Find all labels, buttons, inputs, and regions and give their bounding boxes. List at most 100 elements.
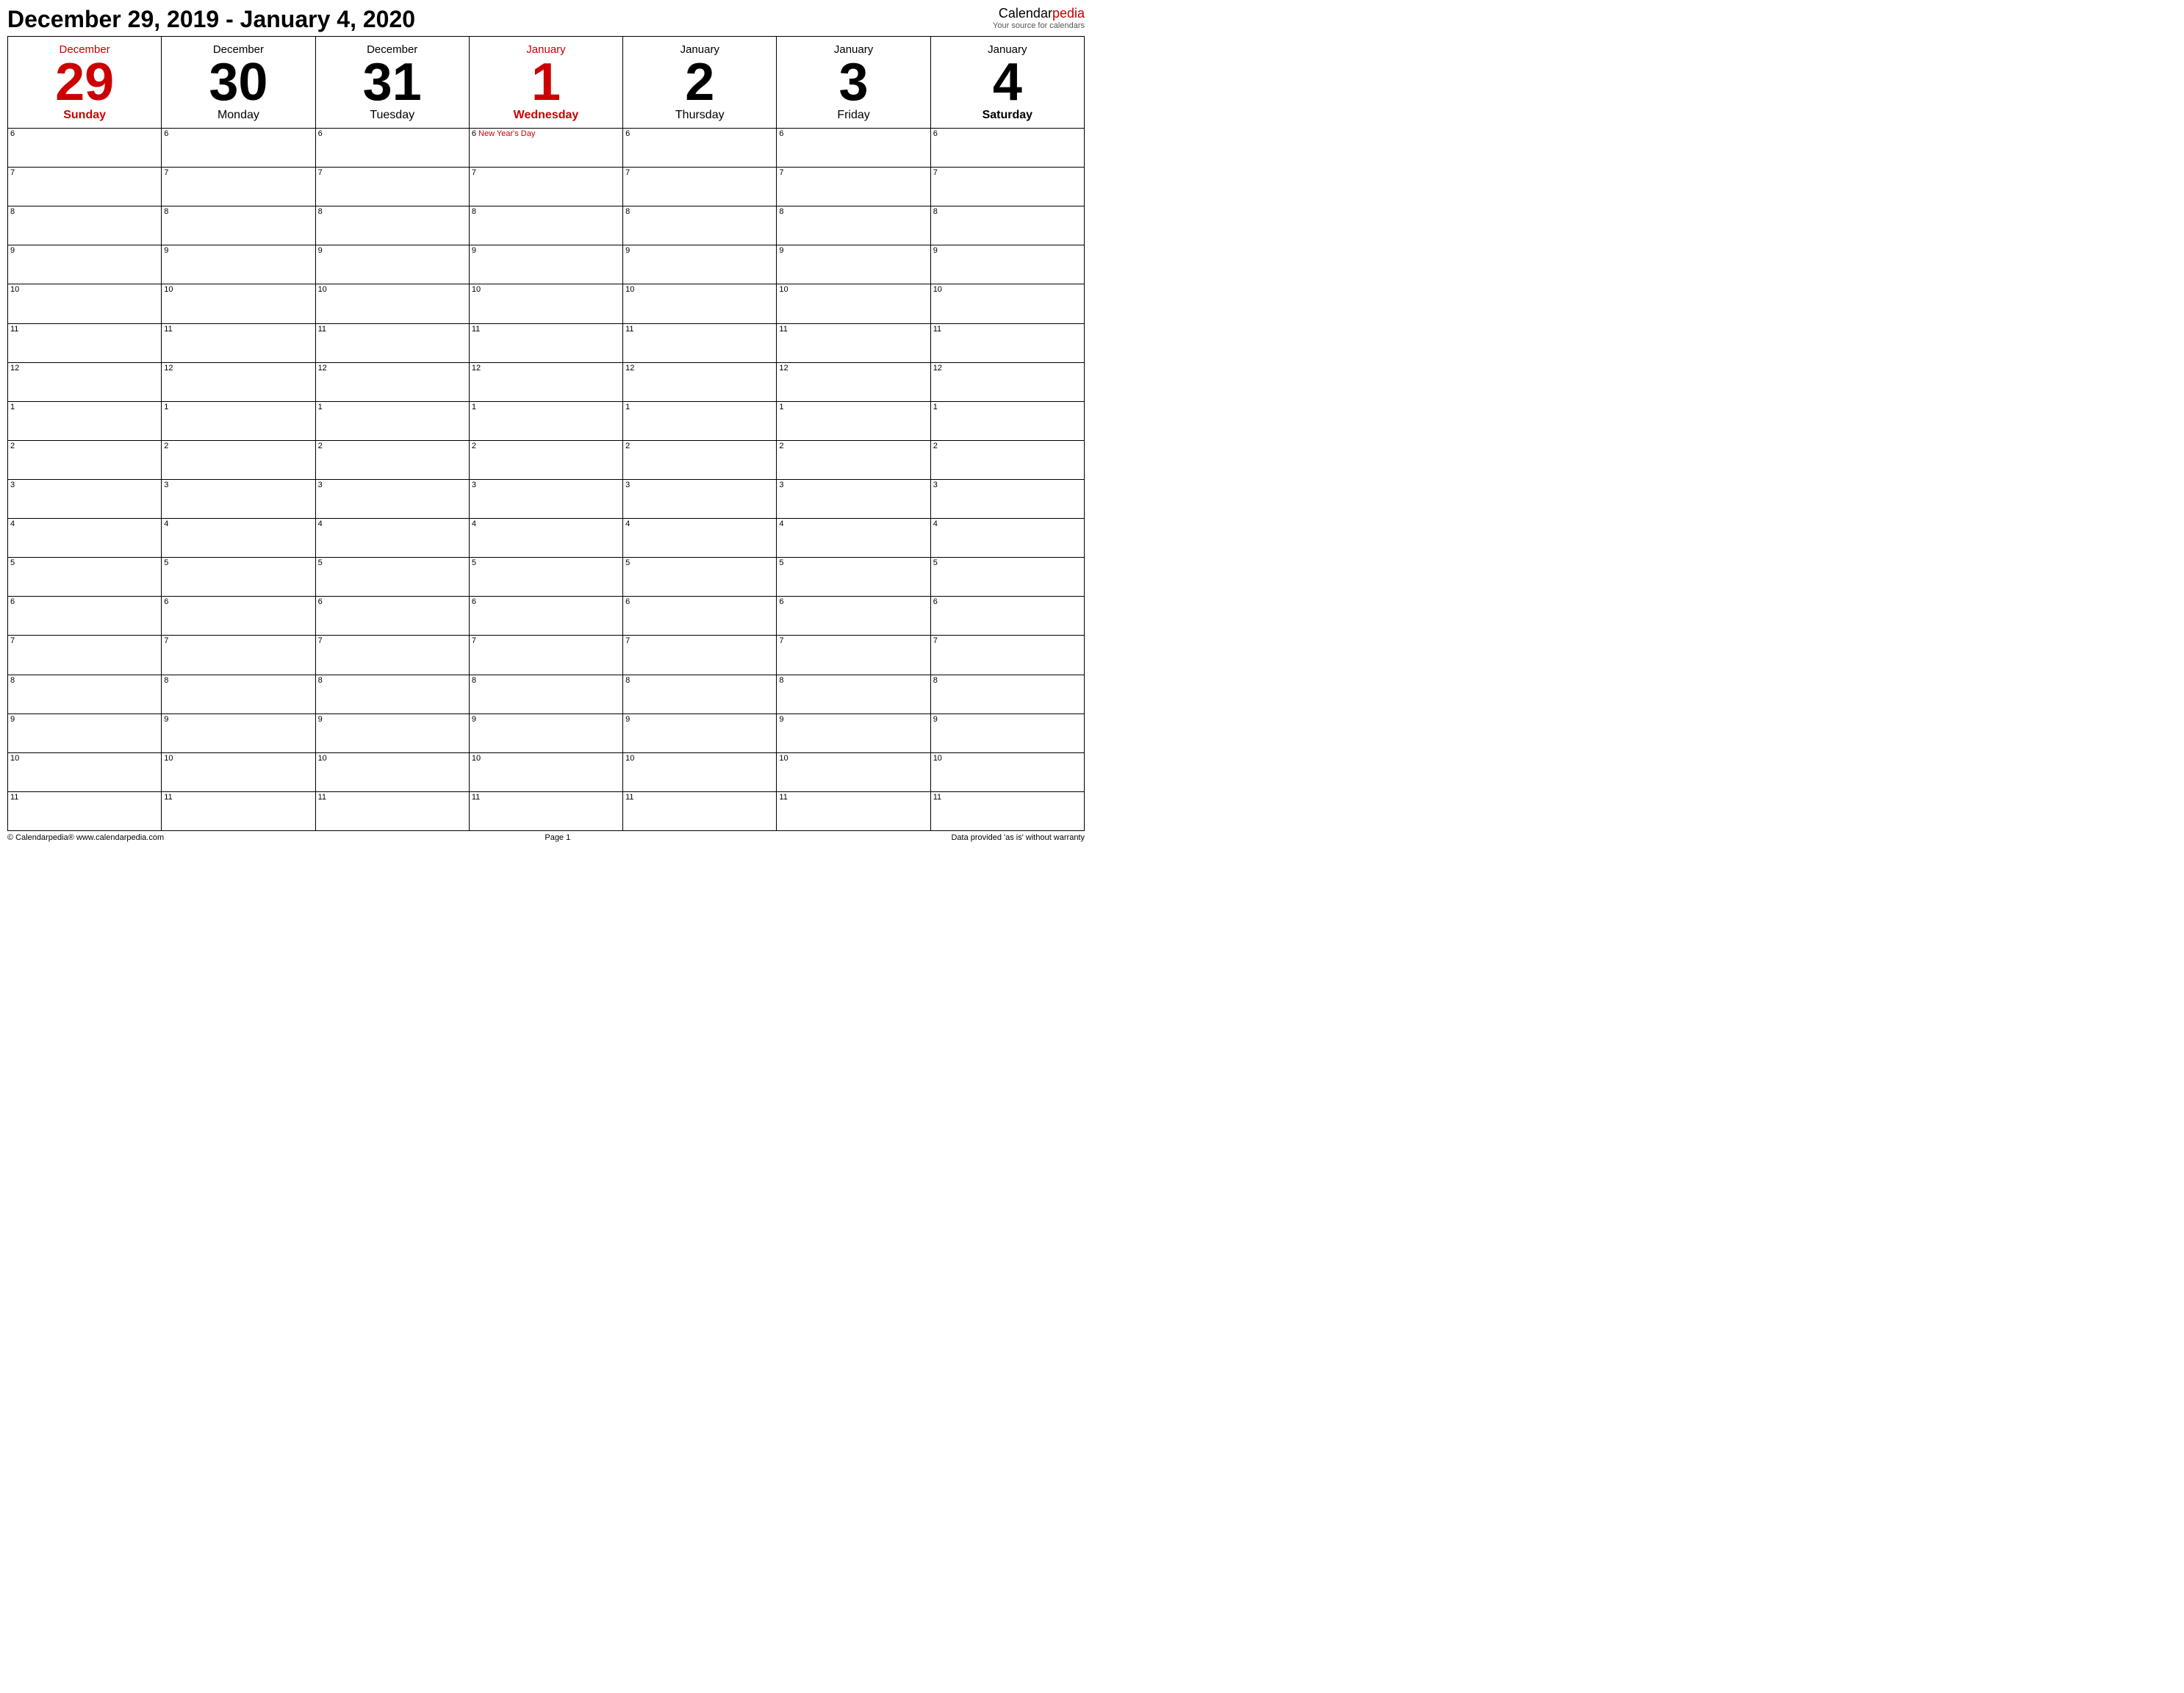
logo-subtitle: Your source for calendars bbox=[993, 21, 1085, 30]
time-cell-13-1: 7 bbox=[162, 636, 315, 675]
time-label: 7 bbox=[10, 636, 15, 645]
day-number-5: 3 bbox=[839, 56, 869, 109]
day-header-tuesday: December31Tuesday bbox=[315, 37, 469, 129]
time-cell-8-2: 2 bbox=[315, 440, 469, 479]
time-cell-0-1: 6 bbox=[162, 129, 315, 168]
time-cell-13-0: 7 bbox=[8, 636, 162, 675]
time-cell-15-1: 9 bbox=[162, 713, 315, 752]
time-cell-3-6: 9 bbox=[930, 245, 1084, 284]
time-label: 8 bbox=[779, 207, 783, 216]
time-row: 6666666 bbox=[8, 597, 1085, 636]
time-label: 8 bbox=[318, 676, 323, 685]
time-cell-7-6: 1 bbox=[930, 401, 1084, 440]
time-label: 11 bbox=[10, 325, 18, 334]
time-label: 11 bbox=[779, 793, 787, 802]
time-cell-13-5: 7 bbox=[777, 636, 930, 675]
time-cell-9-3: 3 bbox=[469, 479, 622, 518]
time-cell-2-3: 8 bbox=[469, 206, 622, 245]
time-label: 6 bbox=[318, 129, 323, 138]
time-cell-10-1: 4 bbox=[162, 519, 315, 558]
time-cell-7-5: 1 bbox=[777, 401, 930, 440]
day-header-thursday: January2Thursday bbox=[623, 37, 777, 129]
time-label: 10 bbox=[318, 754, 327, 763]
time-cell-16-6: 10 bbox=[930, 752, 1084, 791]
time-label: 3 bbox=[779, 481, 783, 489]
time-cell-2-4: 8 bbox=[623, 206, 777, 245]
time-label: 8 bbox=[933, 207, 938, 216]
time-label: 3 bbox=[625, 481, 630, 489]
calendar-table: December29SundayDecember30MondayDecember… bbox=[7, 36, 1085, 831]
time-cell-3-1: 9 bbox=[162, 245, 315, 284]
time-cell-12-3: 6 bbox=[469, 597, 622, 636]
time-cell-17-0: 11 bbox=[8, 791, 162, 830]
time-label: 9 bbox=[164, 246, 168, 255]
day-name-0: Sunday bbox=[63, 109, 106, 122]
time-cell-6-5: 12 bbox=[777, 362, 930, 401]
time-label: 8 bbox=[164, 676, 168, 685]
time-label: 1 bbox=[933, 403, 938, 411]
time-label: 2 bbox=[318, 442, 323, 450]
time-cell-9-4: 3 bbox=[623, 479, 777, 518]
time-cell-9-1: 3 bbox=[162, 479, 315, 518]
time-cell-16-3: 10 bbox=[469, 752, 622, 791]
time-cell-17-5: 11 bbox=[777, 791, 930, 830]
time-row: 11111111111111 bbox=[8, 323, 1085, 362]
time-cell-2-0: 8 bbox=[8, 206, 162, 245]
time-label: 2 bbox=[10, 442, 15, 450]
time-cell-11-3: 5 bbox=[469, 558, 622, 597]
time-cell-15-6: 9 bbox=[930, 713, 1084, 752]
time-label: 9 bbox=[10, 246, 15, 255]
time-label: 5 bbox=[164, 558, 168, 567]
time-label: 1 bbox=[779, 403, 783, 411]
time-cell-7-3: 1 bbox=[469, 401, 622, 440]
time-row: 8888888 bbox=[8, 206, 1085, 245]
time-cell-0-3: 6 New Year's Day bbox=[469, 129, 622, 168]
footer-left: © Calendarpedia® www.calendarpedia.com bbox=[7, 833, 164, 842]
time-label: 10 bbox=[933, 754, 942, 763]
time-label: 6 bbox=[779, 129, 783, 138]
time-cell-16-0: 10 bbox=[8, 752, 162, 791]
time-cell-3-2: 9 bbox=[315, 245, 469, 284]
time-label: 4 bbox=[779, 520, 783, 528]
footer-center: Page 1 bbox=[545, 833, 570, 842]
time-label: 4 bbox=[933, 520, 938, 528]
time-cell-14-3: 8 bbox=[469, 675, 622, 713]
time-cell-5-6: 11 bbox=[930, 323, 1084, 362]
time-cell-1-5: 7 bbox=[777, 168, 930, 206]
time-row: 10101010101010 bbox=[8, 752, 1085, 791]
time-cell-0-5: 6 bbox=[777, 129, 930, 168]
time-label: 11 bbox=[779, 325, 787, 334]
time-label: 10 bbox=[164, 754, 173, 763]
time-label: 6 bbox=[10, 129, 15, 138]
time-label: 8 bbox=[10, 207, 15, 216]
time-label: 10 bbox=[779, 285, 788, 294]
calendar-page: December 29, 2019 - January 4, 2020 Cale… bbox=[0, 0, 1092, 846]
time-cell-15-5: 9 bbox=[777, 713, 930, 752]
time-cell-17-6: 11 bbox=[930, 791, 1084, 830]
time-cell-1-2: 7 bbox=[315, 168, 469, 206]
time-row: 11111111111111 bbox=[8, 791, 1085, 830]
time-cell-1-1: 7 bbox=[162, 168, 315, 206]
time-cell-12-1: 6 bbox=[162, 597, 315, 636]
header: December 29, 2019 - January 4, 2020 Cale… bbox=[7, 6, 1085, 33]
time-label: 10 bbox=[10, 285, 19, 294]
time-body: 6666 New Year's Day666777777788888889999… bbox=[8, 129, 1085, 831]
time-cell-5-5: 11 bbox=[777, 323, 930, 362]
day-name-1: Monday bbox=[218, 109, 259, 122]
time-label: 6 bbox=[933, 597, 938, 606]
time-label: 1 bbox=[164, 403, 168, 411]
time-cell-2-1: 8 bbox=[162, 206, 315, 245]
logo-area: Calendarpedia Your source for calendars bbox=[993, 6, 1085, 30]
time-cell-17-4: 11 bbox=[623, 791, 777, 830]
day-number-4: 2 bbox=[685, 56, 714, 109]
time-label: 6 bbox=[164, 129, 168, 138]
time-cell-3-5: 9 bbox=[777, 245, 930, 284]
time-cell-3-0: 9 bbox=[8, 245, 162, 284]
time-cell-14-5: 8 bbox=[777, 675, 930, 713]
time-cell-6-2: 12 bbox=[315, 362, 469, 401]
day-name-4: Thursday bbox=[675, 109, 725, 122]
time-label: 8 bbox=[472, 676, 476, 685]
time-cell-15-2: 9 bbox=[315, 713, 469, 752]
time-label: 9 bbox=[625, 715, 630, 724]
time-cell-7-0: 1 bbox=[8, 401, 162, 440]
